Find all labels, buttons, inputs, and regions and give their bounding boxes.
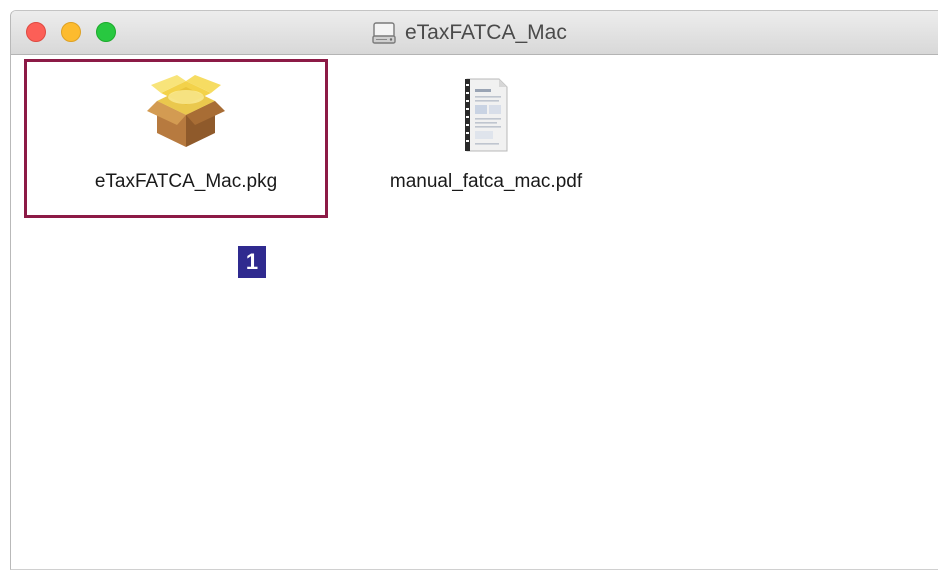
file-label-pdf: manual_fatca_mac.pdf [389, 171, 583, 192]
zoom-button[interactable] [96, 22, 116, 42]
close-button[interactable] [26, 22, 46, 42]
window-title-text: eTaxFATCA_Mac [405, 21, 567, 44]
title-bar[interactable]: eTaxFATCA_Mac [11, 11, 938, 55]
disk-icon [372, 22, 396, 44]
minimize-button[interactable] [61, 22, 81, 42]
window-title: eTaxFATCA_Mac [371, 20, 567, 46]
pdf-document-icon [465, 78, 508, 152]
step-number-badge: 1 [238, 246, 266, 278]
file-item-pdf[interactable]: manual_fatca_mac.pdf [356, 67, 616, 193]
step-highlight-box [24, 59, 328, 218]
